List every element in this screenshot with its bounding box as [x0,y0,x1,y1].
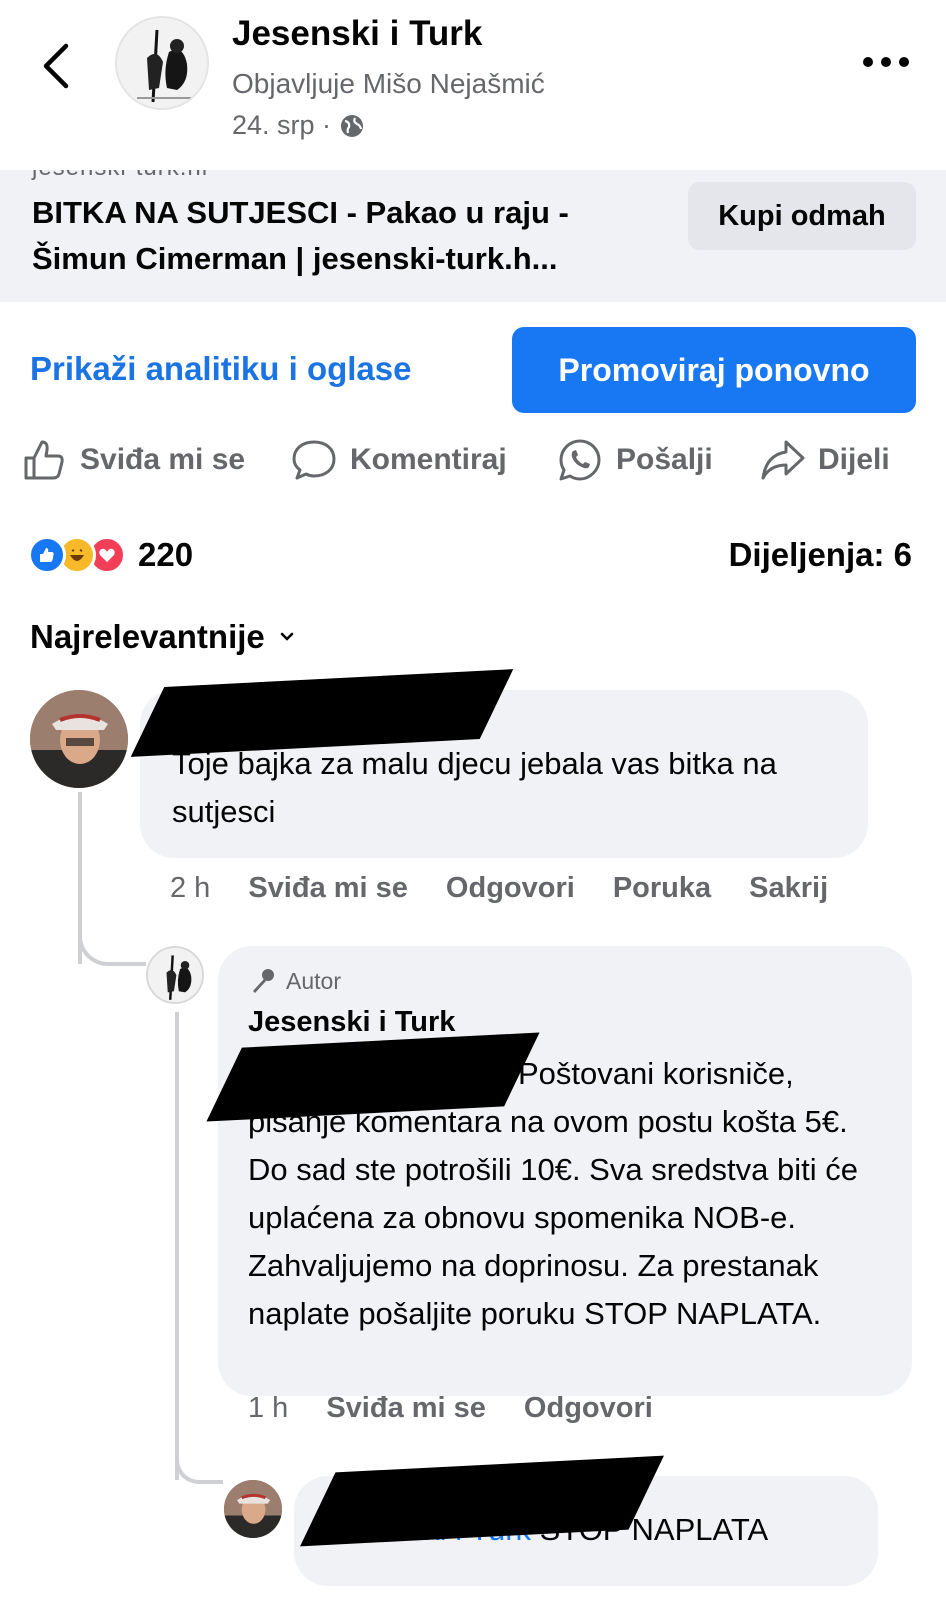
thumbs-up-icon [24,440,64,480]
reply-bubble[interactable]: Autor Jesenski i Turk Poštovani korisnič… [218,946,912,1396]
link-title[interactable]: BITKA NA SUTJESCI - Pakao u raju - Šimun… [32,190,672,282]
share-label: Dijeli [818,443,890,476]
back-arrow-icon[interactable] [38,40,74,92]
commenter-avatar[interactable] [30,690,128,788]
microphone-icon [253,969,274,993]
reactions-summary[interactable]: 220 [28,536,193,574]
comment-message-link[interactable]: Poruka [613,872,711,905]
comment-button[interactable]: Komentiraj [290,432,507,488]
comment-meta: 2 h Sviđa mi se Odgovori Poruka Sakrij [170,872,828,905]
thread-connector [175,1440,223,1484]
reply-like-link[interactable]: Sviđa mi se [326,1392,486,1425]
like-button[interactable]: Sviđa mi se [20,432,245,488]
comment-sort-dropdown[interactable]: Najrelevantnije [30,618,295,656]
page-avatar[interactable] [115,16,209,110]
share-arrow-icon [761,440,805,480]
comment-time: 2 h [170,872,211,904]
post-date-text: 24. srp · [232,110,332,140]
comment-bubble-icon [292,440,336,480]
whatsapp-icon [559,439,601,481]
comment-label: Komentiraj [350,443,507,476]
thread-line [175,1012,179,1480]
send-whatsapp-button[interactable]: Pošalji [556,432,713,488]
buy-now-button[interactable]: Kupi odmah [688,182,916,250]
page-logo-icon [148,948,202,1002]
comment-hide-link[interactable]: Sakrij [749,872,828,905]
share-button[interactable]: Dijeli [758,432,890,488]
chevron-down-icon [280,632,294,641]
page-name[interactable]: Jesenski i Turk [232,14,482,54]
shares-count[interactable]: Dijeljenja: 6 [729,536,912,574]
posted-by: Objavljuje Mišo Nejašmić [232,68,545,99]
send-label: Pošalji [616,443,713,476]
like-label: Sviđa mi se [80,443,246,476]
post-timestamp: 24. srp · [232,110,365,141]
author-badge: Autor [248,966,341,996]
promote-again-button[interactable]: Promoviraj ponovno [512,327,916,413]
view-analytics-link[interactable]: Prikaži analitiku i oglase [30,350,411,388]
sort-label: Najrelevantnije [30,618,265,655]
comment-text: Toje bajka za malu djecu jebala vas bitk… [172,746,777,829]
comment-reply-link[interactable]: Odgovori [446,872,575,905]
globe-icon [341,114,364,137]
reply-author-name[interactable]: Jesenski i Turk [248,1006,455,1039]
author-avatar[interactable] [146,946,204,1004]
link-preview[interactable]: jesenski-turk.hr BITKA NA SUTJESCI - Pak… [0,170,946,302]
author-badge-label: Autor [286,967,341,994]
reply-time: 1 h [248,1392,289,1424]
more-options-icon[interactable] [858,48,914,76]
link-domain: jesenski-turk.hr [32,170,211,182]
reply-reply-link[interactable]: Odgovori [524,1392,653,1425]
like-reaction-icon [28,536,66,574]
reply-meta: 1 h Sviđa mi se Odgovori [248,1392,653,1425]
commenter-avatar[interactable] [224,1480,282,1538]
comment-like-link[interactable]: Sviđa mi se [248,872,408,905]
page-logo-icon [117,18,207,108]
reaction-count: 220 [138,536,194,573]
thread-connector [78,912,146,966]
